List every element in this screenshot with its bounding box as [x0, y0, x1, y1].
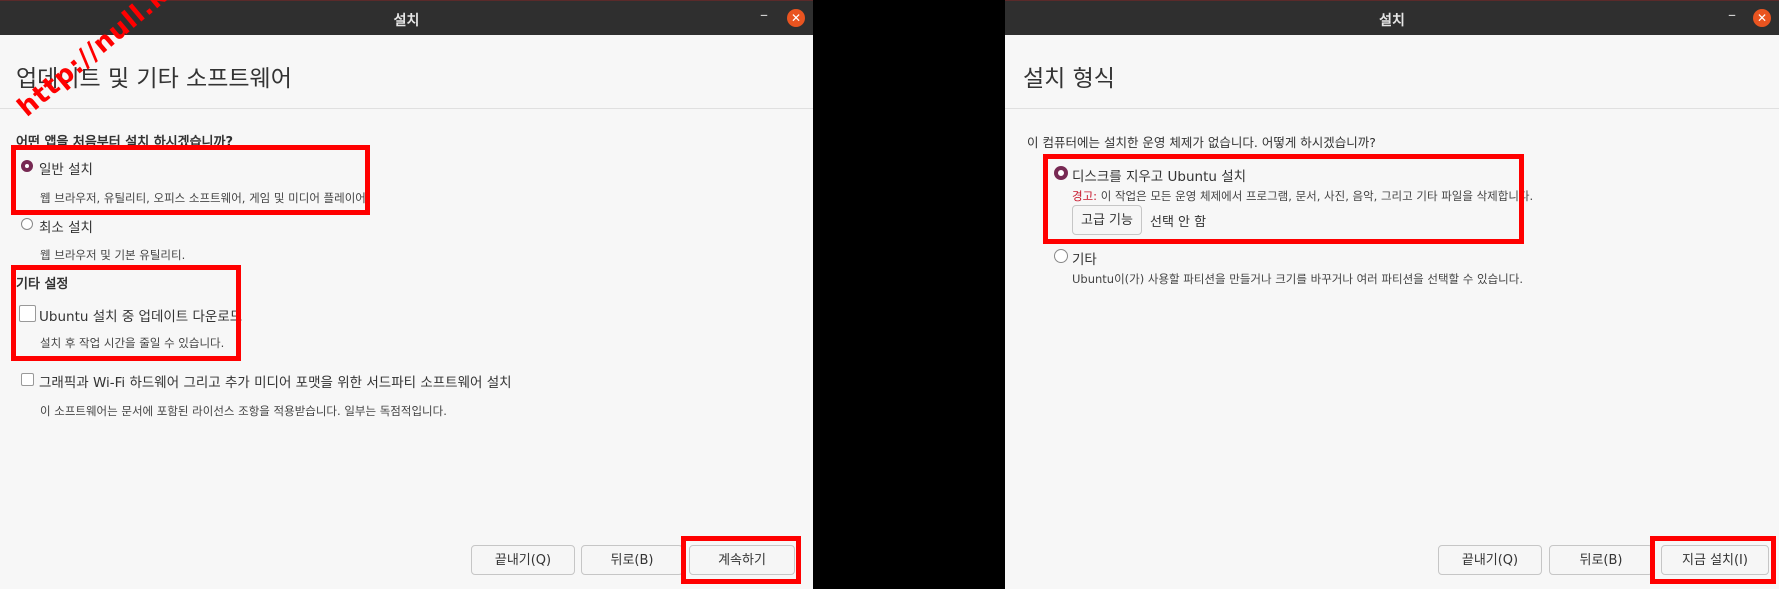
back-button[interactable]: 뒤로(B) [581, 545, 683, 575]
divider [1005, 108, 1779, 109]
window-title: 설치 [1379, 13, 1405, 29]
installer-window-updates: 설치 – ✕ 업데이트 및 기타 소프트웨어 어떤 앱을 처음부터 설치 하시겠… [0, 0, 813, 589]
third-party-desc: 이 소프트웨어는 문서에 포함된 라이선스 조항을 적용받습니다. 일부는 독점… [40, 404, 447, 418]
other-radio[interactable] [1054, 249, 1068, 263]
back-button[interactable]: 뒤로(B) [1549, 545, 1653, 575]
highlight-box-continue [681, 536, 801, 584]
page-title: 설치 형식 [1023, 66, 1115, 92]
title-bar: 설치 – ✕ [1005, 0, 1779, 35]
highlight-box-other-settings [11, 265, 241, 361]
highlight-box-install-now [1650, 536, 1776, 584]
other-label[interactable]: 기타 [1072, 248, 1097, 268]
other-desc: Ubuntu이(가) 사용할 파티션을 만들거나 크기를 바꾸거나 여러 파티션… [1072, 272, 1523, 286]
minimal-install-radio[interactable] [21, 218, 33, 230]
minimal-install-label[interactable]: 최소 설치 [39, 216, 93, 236]
minimize-icon[interactable]: – [1728, 5, 1736, 24]
install-question: 이 컴퓨터에는 설치한 운영 체제가 없습니다. 어떻게 하시겠습니까? [1027, 135, 1376, 150]
highlight-box-erase-disk [1043, 154, 1524, 244]
divider [0, 108, 813, 109]
quit-button[interactable]: 끝내기(Q) [471, 545, 575, 575]
installer-window-install-type: 설치 – ✕ 설치 형식 이 컴퓨터에는 설치한 운영 체제가 없습니다. 어떻… [1005, 0, 1779, 589]
quit-button[interactable]: 끝내기(Q) [1438, 545, 1542, 575]
minimal-install-desc: 웹 브라우저 및 기본 유틸리티. [40, 248, 186, 262]
third-party-checkbox[interactable] [21, 373, 34, 386]
highlight-box-normal-install [11, 145, 370, 215]
third-party-label[interactable]: 그래픽과 Wi-Fi 하드웨어 그리고 추가 미디어 포맷을 위한 서드파티 소… [39, 371, 512, 391]
close-icon[interactable]: ✕ [787, 9, 805, 27]
close-icon[interactable]: ✕ [1753, 9, 1771, 27]
minimize-icon[interactable]: – [760, 5, 768, 24]
